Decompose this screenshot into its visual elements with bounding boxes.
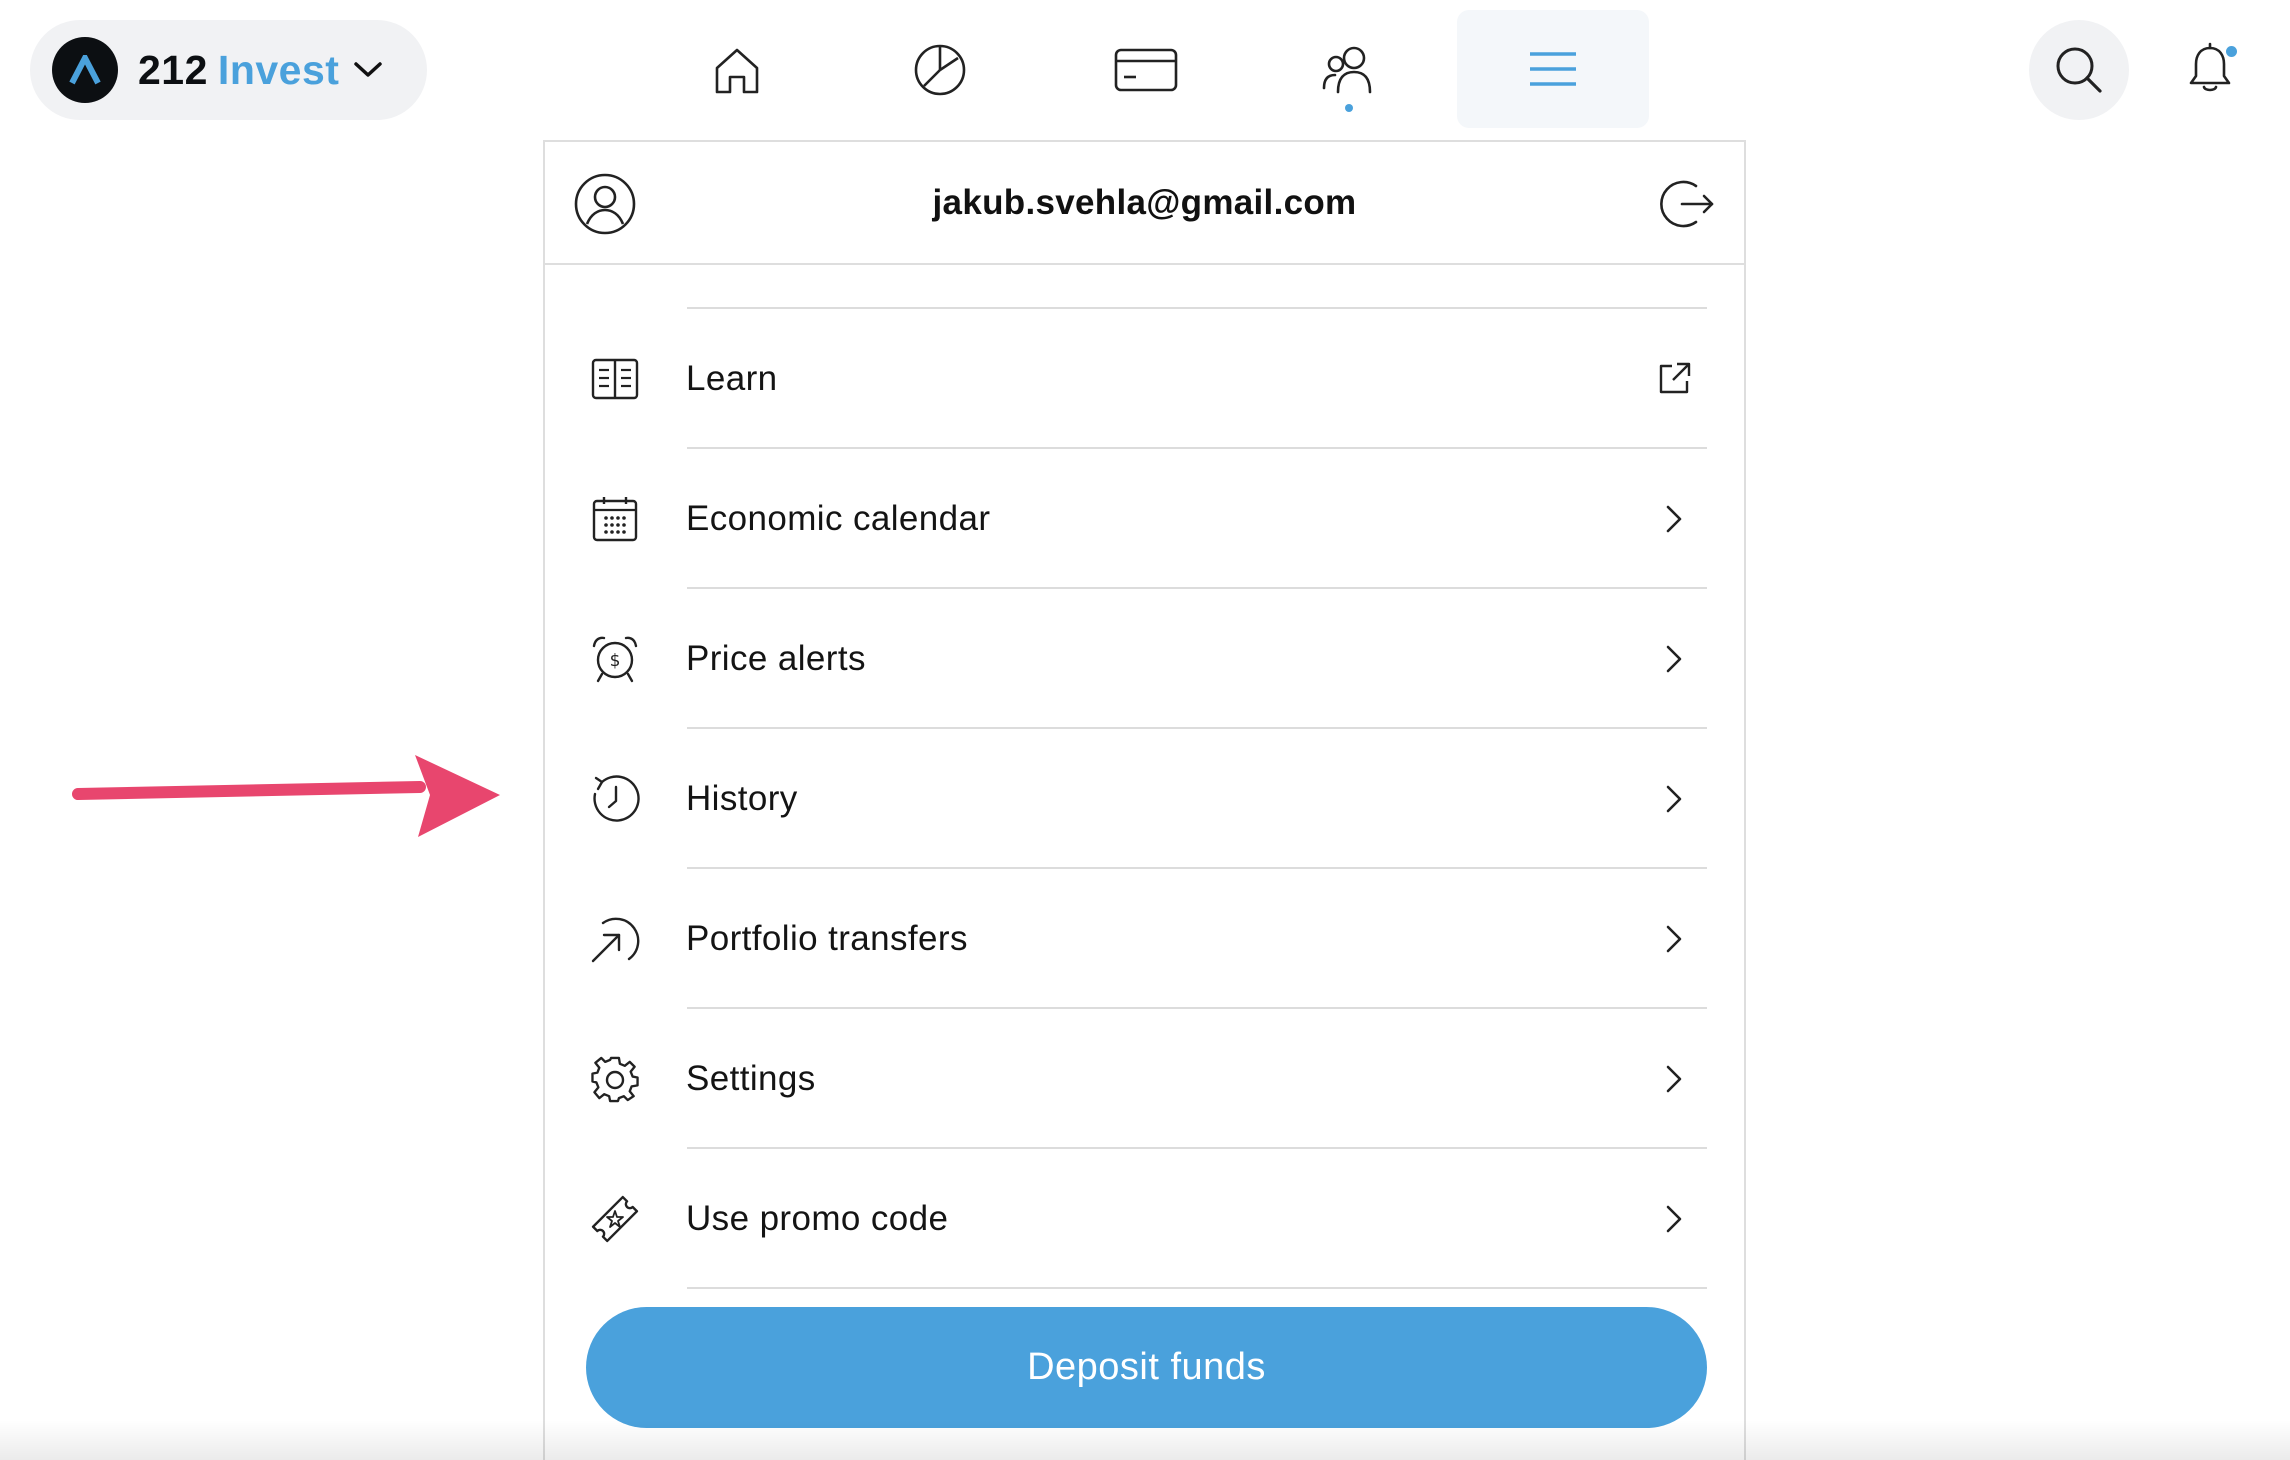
transfer-icon <box>587 911 643 967</box>
history-icon <box>587 771 643 827</box>
divider <box>687 1287 1707 1289</box>
community-indicator-dot <box>1345 104 1353 112</box>
brand-word: Invest <box>217 46 340 93</box>
external-link-icon <box>1654 359 1694 399</box>
menu-item-history[interactable]: History <box>545 729 1744 869</box>
ticket-icon <box>587 1191 643 1247</box>
menu-item-label: Portfolio transfers <box>686 919 968 958</box>
user-email: jakub.svehla@gmail.com <box>932 182 1357 222</box>
menu-item-label: Learn <box>686 359 778 398</box>
account-menu-panel: jakub.svehla@gmail.com Learn Economic ca… <box>543 140 1746 1460</box>
chevron-right-icon <box>1654 1059 1694 1099</box>
window-bottom-shadow <box>0 1420 2290 1460</box>
app-window: 212 Invest jakub.svehla@gmail.com Learn … <box>0 0 2290 1460</box>
people-icon[interactable] <box>1318 40 1378 100</box>
chevron-right-icon <box>1654 1199 1694 1239</box>
panel-header: jakub.svehla@gmail.com <box>545 142 1744 265</box>
pie-chart-icon[interactable] <box>910 40 970 100</box>
menu-item-label: Settings <box>686 1059 816 1098</box>
menu-item-label: Use promo code <box>686 1199 949 1238</box>
menu-item-label: History <box>686 779 798 818</box>
brand-switcher[interactable]: 212 Invest <box>30 20 427 120</box>
svg-text:$: $ <box>610 651 621 671</box>
chevron-right-icon <box>1654 919 1694 959</box>
alarm-clock-icon: $ <box>587 631 643 687</box>
menu-item-portfolio-transfers[interactable]: Portfolio transfers <box>545 869 1744 1009</box>
brand-number: 212 <box>138 46 208 93</box>
annotation-arrow-icon <box>72 755 500 837</box>
menu-item-price-alerts[interactable]: $ Price alerts <box>545 589 1744 729</box>
home-icon[interactable] <box>707 40 767 100</box>
menu-item-promo-code[interactable]: Use promo code <box>545 1149 1744 1289</box>
menu-item-settings[interactable]: Settings <box>545 1009 1744 1149</box>
brand-name: 212 Invest <box>138 47 339 94</box>
card-icon[interactable] <box>1114 40 1178 100</box>
menu-item-label: Economic calendar <box>686 499 991 538</box>
notification-dot <box>2226 46 2237 57</box>
gear-icon <box>587 1051 643 1107</box>
arrow-up-logo-icon <box>52 37 118 103</box>
menu-item-learn[interactable]: Learn <box>545 309 1744 449</box>
chevron-down-icon <box>353 60 383 80</box>
menu-item-economic-calendar[interactable]: Economic calendar <box>545 449 1744 589</box>
hamburger-icon[interactable] <box>1457 10 1649 128</box>
logout-icon[interactable] <box>1656 174 1716 234</box>
book-icon <box>587 351 643 407</box>
search-icon[interactable] <box>2029 20 2129 120</box>
chevron-right-icon <box>1654 779 1694 819</box>
chevron-right-icon <box>1654 499 1694 539</box>
menu-item-label: Price alerts <box>686 639 866 678</box>
calendar-icon <box>587 491 643 547</box>
user-circle-icon[interactable] <box>573 172 637 236</box>
chevron-right-icon <box>1654 639 1694 679</box>
deposit-funds-button[interactable]: Deposit funds <box>586 1307 1707 1428</box>
